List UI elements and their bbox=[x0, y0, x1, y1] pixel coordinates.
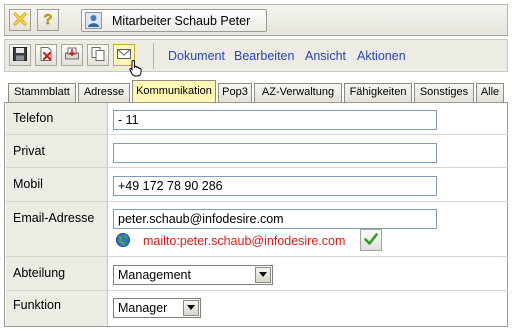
row-divider bbox=[6, 167, 508, 168]
menu-bearbeiten[interactable]: Bearbeiten bbox=[234, 49, 294, 63]
mobil-label: Mobil bbox=[13, 177, 43, 191]
abteilung-label: Abteilung bbox=[13, 266, 66, 280]
title-pill: Mitarbeiter Schaub Peter bbox=[81, 9, 267, 32]
menu-aktionen[interactable]: Aktionen bbox=[357, 49, 406, 63]
copy-button[interactable] bbox=[87, 44, 109, 66]
mailto-link[interactable]: mailto:peter.schaub@infodesire.com bbox=[143, 234, 345, 248]
privat-field[interactable] bbox=[113, 143, 437, 163]
menu-dokument[interactable]: Dokument bbox=[168, 49, 225, 63]
funktion-select[interactable]: Manager bbox=[113, 298, 201, 318]
hand-cursor-icon bbox=[128, 59, 144, 77]
toolbar-separator bbox=[153, 43, 154, 69]
email-label: Email-Adresse bbox=[13, 211, 95, 225]
close-icon bbox=[12, 11, 28, 30]
chevron-down-icon bbox=[183, 300, 199, 316]
checkmark-icon bbox=[363, 231, 379, 250]
delete-button[interactable] bbox=[35, 44, 57, 66]
row-divider bbox=[6, 290, 508, 291]
save-button[interactable] bbox=[9, 44, 31, 66]
save-icon bbox=[12, 46, 28, 65]
communication-form: Telefon - 11 Privat Mobil +49 172 78 90 … bbox=[4, 102, 508, 327]
help-icon: ? bbox=[40, 10, 56, 30]
print-button[interactable] bbox=[61, 44, 83, 66]
page-title: Mitarbeiter Schaub Peter bbox=[112, 14, 251, 28]
tab-bar: Stammblatt Adresse Kommunikation Pop3 AZ… bbox=[4, 80, 508, 102]
funktion-label: Funktion bbox=[13, 298, 61, 312]
menu-ansicht[interactable]: Ansicht bbox=[305, 49, 346, 63]
tab-stammblatt[interactable]: Stammblatt bbox=[8, 83, 76, 102]
email-field[interactable]: peter.schaub@infodesire.com bbox=[113, 209, 437, 229]
confirm-button[interactable] bbox=[360, 229, 382, 251]
abteilung-value: Management bbox=[118, 268, 191, 282]
tab-kommunikation[interactable]: Kommunikation bbox=[132, 80, 216, 102]
delete-icon bbox=[38, 46, 54, 65]
mobil-field[interactable]: +49 172 78 90 286 bbox=[113, 176, 437, 196]
window: ? Mitarbeiter Schaub Peter Dokument Bear… bbox=[0, 0, 512, 331]
chevron-down-icon bbox=[255, 267, 271, 283]
row-divider bbox=[6, 201, 508, 202]
title-bar: ? Mitarbeiter Schaub Peter bbox=[4, 4, 508, 36]
tab-sonstiges[interactable]: Sonstiges bbox=[414, 83, 474, 102]
row-divider bbox=[6, 256, 508, 257]
close-button[interactable] bbox=[9, 9, 31, 31]
print-icon bbox=[64, 46, 80, 65]
telefon-field[interactable]: - 11 bbox=[113, 110, 437, 130]
copy-icon bbox=[90, 46, 106, 65]
tab-az-verwaltung[interactable]: AZ-Verwaltung bbox=[254, 83, 342, 102]
abteilung-select[interactable]: Management bbox=[113, 265, 273, 285]
row-divider bbox=[6, 134, 508, 135]
privat-label: Privat bbox=[13, 144, 45, 158]
person-icon bbox=[85, 12, 102, 29]
tab-faehigkeiten[interactable]: Fähigkeiten bbox=[344, 83, 412, 102]
globe-icon bbox=[115, 232, 131, 248]
svg-text:?: ? bbox=[43, 11, 52, 27]
tab-adresse[interactable]: Adresse bbox=[78, 83, 130, 102]
funktion-value: Manager bbox=[118, 301, 168, 315]
toolbar: Dokument Bearbeiten Ansicht Aktionen bbox=[4, 39, 508, 77]
tab-alle[interactable]: Alle bbox=[476, 83, 504, 102]
help-button[interactable]: ? bbox=[37, 9, 59, 31]
tab-pop3[interactable]: Pop3 bbox=[218, 83, 252, 102]
telefon-label: Telefon bbox=[13, 111, 54, 125]
